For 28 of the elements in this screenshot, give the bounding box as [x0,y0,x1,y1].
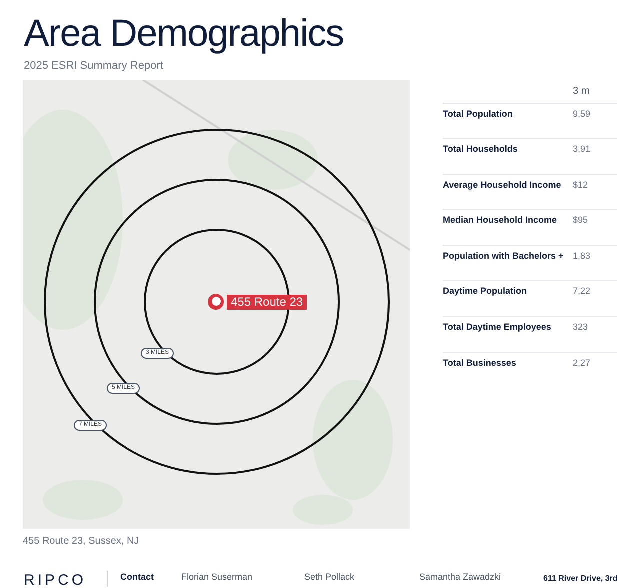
table-cell-text: $95 [573,214,588,228]
contact-name: Seth Pollack [304,571,356,584]
row-label: Daytime Population [443,285,528,298]
row-label: Average Household Income [443,178,562,192]
row-label: Median Household Income [443,214,558,228]
table-cell-text: 323 [573,321,588,334]
column-header: 3 m [573,84,590,98]
table-cell-text: 3,91 [573,143,591,156]
table-cell-text: 1,83 [573,250,591,263]
contact-heading: Contact [120,571,156,584]
report-subtitle: 2025 ESRI Summary Report [24,59,164,74]
table-cell-text: 9,59 [573,108,591,120]
location-pin-icon [208,294,224,310]
page-title: Area Demographics [24,12,345,56]
map-caption: 455 Route 23, Sussex, NJ [23,534,140,548]
table-cell-text: 2,27 [573,356,591,370]
company-logo: RIPCO [24,572,87,588]
contact-name: Florian Suserman [182,571,254,584]
row-label: Total Daytime Employees [443,321,552,334]
contact-name: Samantha Zawadzki [420,571,502,584]
row-label: Total Households [443,143,519,156]
table-cell-text: 7,22 [573,285,591,298]
row-label: Population with Bachelors + [443,250,565,263]
office-address: 611 River Drive, 3rd [544,573,617,585]
row-label: Total Population [443,108,514,121]
row-label: Total Businesses [443,356,518,370]
location-label: 455 Route 23 [227,294,308,310]
table-cell-text: $12 [573,178,588,192]
